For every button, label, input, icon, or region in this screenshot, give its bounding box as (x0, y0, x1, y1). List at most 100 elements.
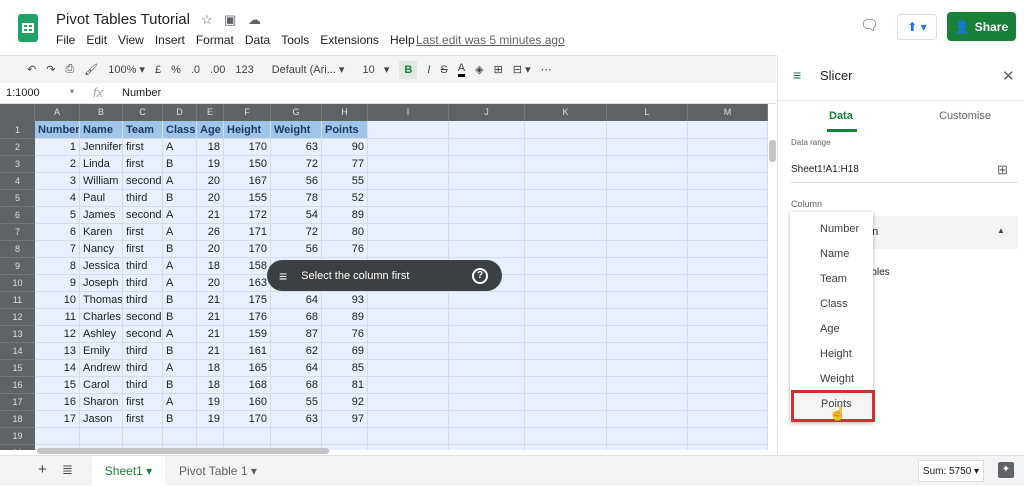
table-cell[interactable] (368, 445, 449, 450)
table-cell[interactable] (368, 309, 449, 326)
table-cell[interactable] (449, 156, 525, 173)
table-cell[interactable]: 6 (35, 224, 80, 241)
increase-decimal-button[interactable]: .00 (210, 64, 225, 76)
table-cell[interactable]: 1 (35, 139, 80, 156)
menu-edit[interactable]: Edit (86, 33, 107, 47)
table-cell[interactable]: 165 (224, 360, 271, 377)
table-cell[interactable]: 19 (197, 156, 224, 173)
column-header-d[interactable]: D (163, 104, 197, 121)
table-cell[interactable] (525, 343, 607, 360)
table-cell[interactable]: 63 (271, 411, 322, 428)
table-cell[interactable]: 80 (322, 224, 368, 241)
table-cell[interactable] (449, 360, 525, 377)
table-cell[interactable]: Paul (80, 190, 123, 207)
table-cell[interactable]: 21 (197, 207, 224, 224)
table-cell[interactable]: 19 (197, 394, 224, 411)
table-cell[interactable]: 12 (35, 326, 80, 343)
table-cell[interactable]: 168 (224, 377, 271, 394)
table-cell[interactable] (607, 156, 688, 173)
table-cell[interactable] (525, 224, 607, 241)
table-cell[interactable] (449, 173, 525, 190)
table-cell[interactable] (688, 377, 768, 394)
table-cell[interactable]: 170 (224, 139, 271, 156)
table-cell[interactable]: 62 (271, 343, 322, 360)
table-cell[interactable]: first (123, 411, 163, 428)
table-cell[interactable] (607, 207, 688, 224)
table-cell[interactable]: James (80, 207, 123, 224)
table-cell[interactable]: 175 (224, 292, 271, 309)
table-cell[interactable] (688, 241, 768, 258)
table-cell[interactable]: 7 (35, 241, 80, 258)
table-cell[interactable] (607, 445, 688, 450)
column-header-i[interactable]: I (368, 104, 449, 121)
table-cell[interactable] (688, 258, 768, 275)
table-cell[interactable] (607, 428, 688, 445)
table-cell[interactable] (525, 173, 607, 190)
table-cell[interactable]: 18 (197, 139, 224, 156)
table-cell[interactable] (449, 428, 525, 445)
table-cell[interactable] (688, 411, 768, 428)
table-cell[interactable]: 56 (271, 241, 322, 258)
table-cell[interactable]: 13 (35, 343, 80, 360)
table-cell[interactable] (607, 377, 688, 394)
row-header-14[interactable]: 14 (0, 343, 35, 360)
table-cell[interactable]: 16 (35, 394, 80, 411)
undo-icon[interactable]: ↶ (27, 63, 36, 76)
table-cell[interactable]: 19 (197, 411, 224, 428)
table-cell[interactable]: Jennifer (80, 139, 123, 156)
header-cell[interactable]: Team (123, 121, 163, 139)
table-cell[interactable]: William (80, 173, 123, 190)
menu-tools[interactable]: Tools (281, 33, 309, 47)
all-sheets-icon[interactable]: ≣ (62, 462, 73, 478)
row-header-11[interactable]: 11 (0, 292, 35, 309)
table-cell[interactable]: Sharon (80, 394, 123, 411)
table-cell[interactable]: 76 (322, 241, 368, 258)
table-cell[interactable]: 55 (271, 394, 322, 411)
table-cell[interactable]: 20 (197, 275, 224, 292)
table-cell[interactable]: A (163, 360, 197, 377)
table-cell[interactable] (607, 360, 688, 377)
table-cell[interactable]: 68 (271, 377, 322, 394)
table-cell[interactable] (607, 326, 688, 343)
option-weight[interactable]: Weight (820, 373, 854, 385)
table-cell[interactable]: Karen (80, 224, 123, 241)
table-cell[interactable] (449, 292, 525, 309)
percent-button[interactable]: % (171, 64, 181, 76)
header-cell[interactable] (688, 121, 768, 139)
table-cell[interactable]: second (123, 207, 163, 224)
table-cell[interactable]: A (163, 173, 197, 190)
row-header-19[interactable]: 19 (0, 428, 35, 445)
print-icon[interactable]: ⎙ (65, 63, 74, 76)
column-header-a[interactable]: A (35, 104, 80, 121)
row-header-6[interactable]: 6 (0, 207, 35, 224)
menu-format[interactable]: Format (196, 33, 234, 47)
table-cell[interactable]: Ashley (80, 326, 123, 343)
table-cell[interactable]: 87 (271, 326, 322, 343)
row-header-13[interactable]: 13 (0, 326, 35, 343)
table-cell[interactable]: 92 (322, 394, 368, 411)
more-formats-button[interactable]: 123 (235, 64, 253, 76)
table-cell[interactable]: 89 (322, 207, 368, 224)
menu-view[interactable]: View (118, 33, 144, 47)
table-cell[interactable] (607, 190, 688, 207)
table-cell[interactable]: third (123, 258, 163, 275)
formula-input[interactable]: Number (122, 87, 161, 99)
column-header-m[interactable]: M (688, 104, 768, 121)
explore-icon[interactable]: ✦ (998, 462, 1014, 478)
table-cell[interactable]: Thomas (80, 292, 123, 309)
column-header-b[interactable]: B (80, 104, 123, 121)
row-header-18[interactable]: 18 (0, 411, 35, 428)
row-header-4[interactable]: 4 (0, 173, 35, 190)
row-header-10[interactable]: 10 (0, 275, 35, 292)
table-cell[interactable] (525, 275, 607, 292)
table-cell[interactable] (449, 377, 525, 394)
option-name[interactable]: Name (820, 248, 849, 260)
header-cell[interactable]: Age (197, 121, 224, 139)
table-cell[interactable]: B (163, 411, 197, 428)
option-height[interactable]: Height (820, 348, 852, 360)
table-cell[interactable]: B (163, 190, 197, 207)
table-cell[interactable] (688, 224, 768, 241)
table-cell[interactable]: 18 (197, 377, 224, 394)
header-cell[interactable]: Name (80, 121, 123, 139)
table-cell[interactable] (368, 411, 449, 428)
